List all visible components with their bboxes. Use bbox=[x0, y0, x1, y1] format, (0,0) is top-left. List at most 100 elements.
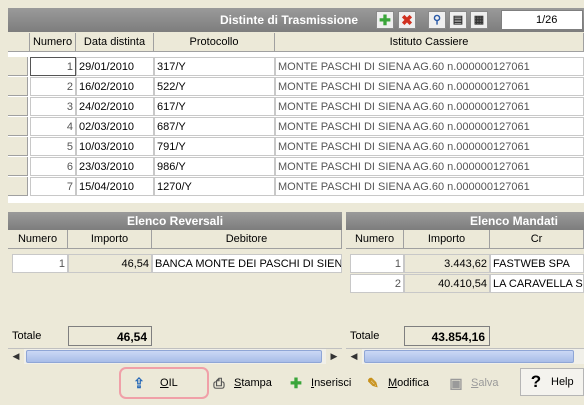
mandati-cell-creditore[interactable]: FASTWEB SPA bbox=[490, 254, 584, 273]
inserisci-button[interactable]: ✚ Inserisci bbox=[287, 370, 351, 396]
mandati-header-numero[interactable]: Numero bbox=[346, 230, 404, 249]
reversali-title: Elenco Reversali bbox=[126, 214, 224, 228]
column-header-data-distinta[interactable]: Data distinta bbox=[76, 33, 154, 52]
reversali-total-label: Totale bbox=[12, 330, 42, 342]
row-selector[interactable] bbox=[8, 77, 28, 96]
distinte-cell-istituto[interactable]: MONTE PASCHI DI SIENA AG.60 n.0000001270… bbox=[275, 77, 584, 96]
row-selector-header bbox=[8, 33, 30, 52]
mandati-panel: Numero Importo Cr 1 3.443,62 FASTWEB SPA… bbox=[346, 230, 584, 366]
reversali-total-value: 46,54 bbox=[68, 326, 152, 346]
oil-label-rest: IL bbox=[168, 377, 178, 389]
help-button[interactable]: ? Help bbox=[520, 368, 584, 396]
salva-label-rest: alva bbox=[478, 377, 499, 389]
row-selector[interactable] bbox=[8, 57, 28, 76]
mandati-title: Elenco Mandati bbox=[470, 214, 559, 228]
scroll-left-icon[interactable]: ◀ bbox=[346, 349, 362, 364]
record-counter: 1/26 bbox=[501, 10, 583, 30]
reversali-scroll-thumb[interactable] bbox=[26, 350, 322, 363]
distinte-cell-numero[interactable]: 6 bbox=[30, 157, 76, 176]
distinte-cell-protocollo[interactable]: 1270/Y bbox=[154, 177, 275, 196]
distinte-cell-istituto[interactable]: MONTE PASCHI DI SIENA AG.60 n.0000001270… bbox=[275, 177, 584, 196]
distinte-cell-data[interactable]: 23/03/2010 bbox=[76, 157, 154, 176]
modifica-label-rest: odifica bbox=[397, 377, 429, 389]
distinte-cell-numero[interactable]: 2 bbox=[30, 77, 76, 96]
mandati-cell-importo[interactable]: 3.443,62 bbox=[404, 254, 490, 273]
salva-button[interactable]: ▣ Salva bbox=[447, 370, 499, 396]
modifica-label-first: M bbox=[388, 377, 398, 389]
mandati-horizontal-scrollbar[interactable]: ◀ bbox=[346, 348, 584, 364]
distinte-cell-numero[interactable]: 1 bbox=[30, 57, 76, 76]
distinte-cell-istituto[interactable]: MONTE PASCHI DI SIENA AG.60 n.0000001270… bbox=[275, 157, 584, 176]
reversali-panel: Numero Importo Debitore 1 46,54 BANCA MO… bbox=[8, 230, 342, 366]
distinte-cell-protocollo[interactable]: 317/Y bbox=[154, 57, 275, 76]
mandati-cell-numero[interactable]: 1 bbox=[350, 254, 404, 273]
reversali-cell-importo[interactable]: 46,54 bbox=[68, 254, 152, 273]
reversali-cell-debitore[interactable]: BANCA MONTE DEI PASCHI DI SIENA S bbox=[152, 254, 342, 273]
distinte-cell-numero[interactable]: 5 bbox=[30, 137, 76, 156]
help-question-icon: ? bbox=[530, 372, 542, 391]
plus-icon: ✚ bbox=[290, 374, 302, 391]
distinte-cell-data[interactable]: 24/02/2010 bbox=[76, 97, 154, 116]
mandati-cell-numero[interactable]: 2 bbox=[350, 274, 404, 293]
add-icon[interactable]: ✚ bbox=[376, 11, 394, 29]
search-records-icon[interactable]: ⚲ bbox=[428, 11, 446, 29]
mandati-cell-importo[interactable]: 40.410,54 bbox=[404, 274, 490, 293]
stampa-button[interactable]: ⎙ Stampa bbox=[210, 370, 272, 396]
reversali-horizontal-scrollbar[interactable]: ◀ ▶ bbox=[8, 348, 342, 364]
save-icon: ▣ bbox=[449, 374, 463, 391]
mandati-header-importo[interactable]: Importo bbox=[404, 230, 490, 249]
print-icon: ⎙ bbox=[213, 374, 225, 391]
mandati-cell-creditore[interactable]: LA CARAVELLA SR bbox=[490, 274, 584, 293]
reversali-header-numero[interactable]: Numero bbox=[8, 230, 68, 249]
scroll-left-icon[interactable]: ◀ bbox=[8, 349, 24, 364]
mandati-total-label: Totale bbox=[350, 330, 380, 342]
modifica-button[interactable]: ✎ Modifica bbox=[364, 370, 429, 396]
scroll-right-icon[interactable]: ▶ bbox=[326, 349, 342, 364]
oil-button[interactable]: ⇪ OIL bbox=[130, 370, 178, 396]
inserisci-label-rest: nserisci bbox=[314, 377, 352, 389]
distinte-cell-data[interactable]: 29/01/2010 bbox=[76, 57, 154, 76]
mandati-title-bar: Elenco Mandati bbox=[346, 212, 584, 230]
delete-icon[interactable]: ✖ bbox=[398, 11, 416, 29]
distinte-cell-data[interactable]: 16/02/2010 bbox=[76, 77, 154, 96]
distinte-title-bar: Distinte di Trasmissione ✚ ✖ ⚲ ▤ ▦ 1/26 bbox=[8, 8, 584, 32]
column-header-protocollo[interactable]: Protocollo bbox=[154, 33, 275, 52]
distinte-cell-data[interactable]: 10/03/2010 bbox=[76, 137, 154, 156]
reversali-cell-numero[interactable]: 1 bbox=[12, 254, 68, 273]
column-header-istituto-cassiere[interactable]: Istituto Cassiere bbox=[275, 33, 584, 52]
reversali-header-debitore[interactable]: Debitore bbox=[152, 230, 342, 249]
oil-label-first: O bbox=[160, 377, 169, 389]
stampa-label-rest: tampa bbox=[241, 377, 272, 389]
distinte-cell-protocollo[interactable]: 791/Y bbox=[154, 137, 275, 156]
row-selector[interactable] bbox=[8, 157, 28, 176]
mandati-header-creditore[interactable]: Cr bbox=[490, 230, 584, 249]
oil-export-icon: ⇪ bbox=[133, 374, 145, 391]
row-selector[interactable] bbox=[8, 117, 28, 136]
distinte-cell-numero[interactable]: 7 bbox=[30, 177, 76, 196]
distinte-cell-data[interactable]: 15/04/2010 bbox=[76, 177, 154, 196]
reversali-header-importo[interactable]: Importo bbox=[68, 230, 152, 249]
distinte-cell-istituto[interactable]: MONTE PASCHI DI SIENA AG.60 n.0000001270… bbox=[275, 117, 584, 136]
print-list-icon[interactable]: ▤ bbox=[449, 11, 467, 29]
distinte-cell-numero[interactable]: 4 bbox=[30, 117, 76, 136]
distinte-cell-protocollo[interactable]: 687/Y bbox=[154, 117, 275, 136]
distinte-grid: Numero Data distinta Protocollo Istituto… bbox=[8, 33, 584, 203]
distinte-cell-istituto[interactable]: MONTE PASCHI DI SIENA AG.60 n.0000001270… bbox=[275, 137, 584, 156]
distinte-cell-istituto[interactable]: MONTE PASCHI DI SIENA AG.60 n.0000001270… bbox=[275, 97, 584, 116]
distinte-cell-numero[interactable]: 3 bbox=[30, 97, 76, 116]
distinte-cell-istituto[interactable]: MONTE PASCHI DI SIENA AG.60 n.0000001270… bbox=[275, 57, 584, 76]
mandati-scroll-thumb[interactable] bbox=[364, 350, 574, 363]
mandati-total-value: 43.854,16 bbox=[404, 326, 490, 346]
edit-icon: ✎ bbox=[367, 374, 379, 391]
row-selector[interactable] bbox=[8, 137, 28, 156]
reversali-title-bar: Elenco Reversali bbox=[8, 212, 342, 230]
row-selector[interactable] bbox=[8, 97, 28, 116]
distinte-cell-data[interactable]: 02/03/2010 bbox=[76, 117, 154, 136]
column-header-numero[interactable]: Numero bbox=[30, 33, 76, 52]
distinte-cell-protocollo[interactable]: 617/Y bbox=[154, 97, 275, 116]
row-selector[interactable] bbox=[8, 177, 28, 196]
distinte-title: Distinte di Trasmissione bbox=[220, 13, 359, 27]
distinte-cell-protocollo[interactable]: 986/Y bbox=[154, 157, 275, 176]
distinte-cell-protocollo[interactable]: 522/Y bbox=[154, 77, 275, 96]
multi-document-icon[interactable]: ▦ bbox=[470, 11, 488, 29]
